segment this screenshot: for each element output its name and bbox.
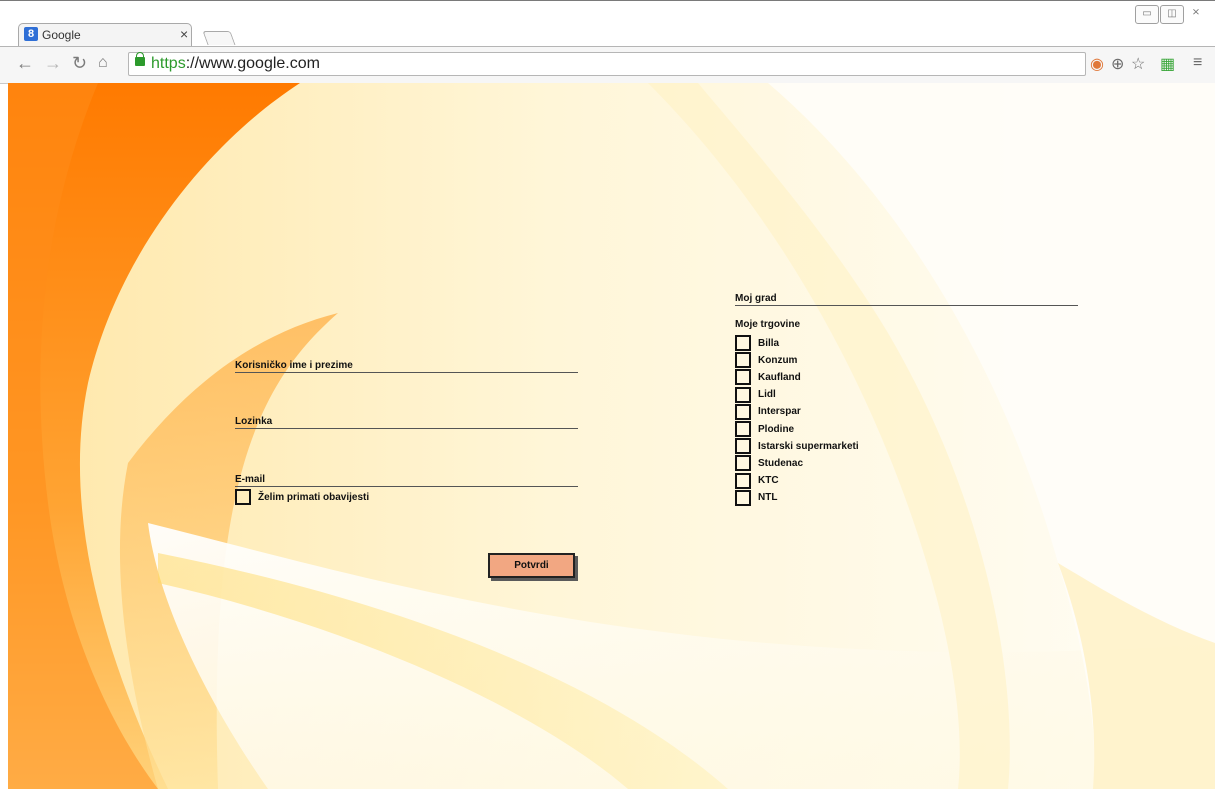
city-field[interactable]: Moj grad — [735, 287, 1078, 306]
store-checkbox[interactable] — [735, 421, 751, 437]
forward-arrow-icon[interactable]: → — [44, 53, 62, 74]
browser-window: 8 Google × ▭ ◫ ⨯ ← → ↻ ⌂ https://www.goo… — [0, 0, 1215, 789]
email-label: E-mail — [235, 474, 266, 485]
tab-close-icon[interactable]: × — [180, 26, 188, 42]
background-swoosh — [8, 83, 1215, 789]
notify-checkbox[interactable] — [235, 489, 251, 505]
url-scheme: https — [151, 55, 186, 72]
store-label: Konzum — [758, 354, 798, 366]
notify-option[interactable]: Želim primati obavijesti — [235, 489, 369, 505]
close-window-icon[interactable]: ⨯ — [1185, 5, 1207, 22]
store-option[interactable]: KTC — [735, 472, 779, 489]
store-option[interactable]: Studenac — [735, 455, 804, 472]
store-checkbox[interactable] — [735, 403, 751, 420]
tab-title: Google — [42, 28, 81, 42]
store-checkbox[interactable] — [735, 386, 751, 403]
store-checkbox[interactable] — [735, 352, 751, 369]
reload-icon[interactable]: ↻ — [72, 53, 87, 74]
store-label: Istarski supermarketi — [758, 440, 859, 452]
store-checkbox[interactable] — [735, 455, 751, 472]
url-text: https://www.google.com — [151, 55, 320, 73]
city-label: Moj grad — [735, 293, 777, 304]
store-checkbox[interactable] — [735, 489, 751, 506]
store-option[interactable]: Billa — [735, 335, 779, 351]
store-label: NTL — [758, 492, 778, 504]
lock-icon — [135, 52, 145, 66]
notify-label: Želim primati obavijesti — [258, 491, 370, 503]
username-field[interactable]: Korisničko ime i prezime — [235, 354, 578, 373]
new-tab-button[interactable] — [202, 31, 236, 45]
home-icon[interactable]: ⌂ — [98, 54, 108, 72]
menu-icon[interactable]: ≡ — [1193, 54, 1202, 72]
blocked-content-icon[interactable]: ◉ — [1090, 54, 1104, 74]
store-label: Lidl — [758, 389, 776, 401]
window-controls: ▭ ◫ ⨯ — [1135, 5, 1207, 25]
store-label: Studenac — [758, 457, 804, 469]
store-label: Billa — [758, 337, 780, 349]
zoom-icon[interactable]: ⊕ — [1111, 54, 1124, 74]
password-label: Lozinka — [235, 416, 273, 427]
submit-button[interactable]: Potvrdi — [488, 553, 575, 578]
extension-icon[interactable]: ▦ — [1160, 54, 1175, 74]
stores-heading: Moje trgovine — [735, 319, 801, 330]
bookmark-star-icon[interactable]: ☆ — [1131, 54, 1145, 74]
restore-icon[interactable]: ◫ — [1160, 5, 1184, 24]
store-checkbox[interactable] — [735, 369, 751, 386]
page-content: Korisničko ime i prezime Lozinka E-mail … — [8, 83, 1215, 789]
store-label: KTC — [758, 475, 779, 487]
minimize-icon[interactable]: ▭ — [1135, 5, 1159, 24]
email-field[interactable]: E-mail — [235, 468, 578, 487]
url-host: ://www.google.com — [185, 55, 320, 72]
store-checkbox[interactable] — [735, 335, 751, 351]
google-favicon-icon: 8 — [24, 27, 38, 41]
store-checkbox[interactable] — [735, 472, 751, 489]
address-bar[interactable]: https://www.google.com — [128, 52, 1086, 76]
store-checkbox[interactable] — [735, 438, 751, 455]
store-option[interactable]: Istarski supermarketi — [735, 438, 859, 455]
store-option[interactable]: NTL — [735, 489, 778, 506]
store-label: Plodine — [758, 423, 795, 435]
store-option[interactable]: Interspar — [735, 403, 801, 420]
store-option[interactable]: Plodine — [735, 421, 794, 437]
store-option[interactable]: Lidl — [735, 386, 776, 403]
store-label: Kaufland — [758, 371, 801, 383]
browser-toolbar: ← → ↻ ⌂ https://www.google.com ◉ ⊕ ☆ ▦ ≡ — [0, 46, 1215, 84]
store-option[interactable]: Kaufland — [735, 369, 801, 386]
title-bar: 8 Google × ▭ ◫ ⨯ — [0, 0, 1215, 48]
password-field[interactable]: Lozinka — [235, 410, 578, 429]
back-arrow-icon[interactable]: ← — [16, 53, 34, 74]
username-label: Korisničko ime i prezime — [235, 360, 353, 371]
store-label: Interspar — [758, 406, 801, 418]
store-option[interactable]: Konzum — [735, 352, 798, 369]
